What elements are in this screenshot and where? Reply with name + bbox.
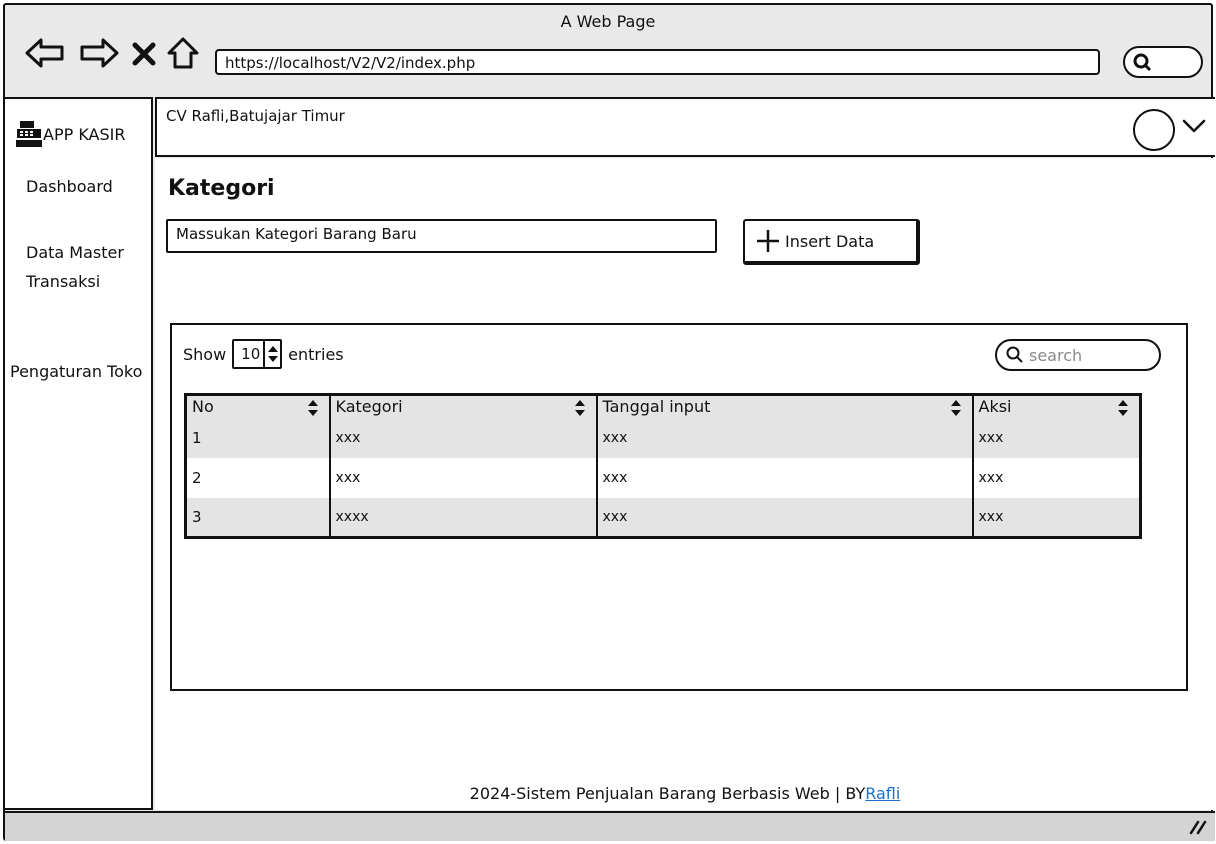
back-arrow-icon[interactable] xyxy=(23,35,67,71)
brand[interactable]: APP KASIR xyxy=(15,119,125,149)
cell-no: 3 xyxy=(185,497,331,538)
brand-label: APP KASIR xyxy=(43,124,126,144)
browser-search-button[interactable] xyxy=(1123,46,1203,78)
user-avatar-icon[interactable] xyxy=(1133,109,1175,151)
resize-grip-icon[interactable] xyxy=(1187,819,1207,835)
cell-no: 2 xyxy=(185,457,331,498)
cell-aksi[interactable]: xxx xyxy=(972,417,1141,458)
search-placeholder: search xyxy=(1029,345,1083,365)
sidebar-item-data-master[interactable]: Data Master xyxy=(26,238,124,268)
sort-icon xyxy=(574,400,585,416)
column-header-no[interactable]: No xyxy=(185,394,331,418)
table-search-input[interactable]: search xyxy=(995,339,1161,371)
search-icon xyxy=(1006,346,1023,363)
cell-aksi[interactable]: xxx xyxy=(972,497,1141,538)
status-bar xyxy=(5,811,1215,841)
show-label: Show xyxy=(183,344,227,364)
column-header-aksi[interactable]: Aksi xyxy=(972,394,1141,418)
footer: 2024-Sistem Penjualan Barang Berbasis We… xyxy=(155,784,1215,803)
column-header-tanggal-input[interactable]: Tanggal input xyxy=(596,394,974,418)
kategori-table: No Kategori Tanggal input Aksi 1 xxx xxx… xyxy=(184,393,1142,539)
sidebar-item-transaksi[interactable]: Transaksi xyxy=(26,267,100,297)
forward-arrow-icon[interactable] xyxy=(77,35,121,71)
search-icon xyxy=(1133,53,1152,72)
entries-control: Show 10 entries xyxy=(183,339,344,369)
data-table-panel: Show 10 entries search No Kategori Tangg… xyxy=(170,323,1188,691)
url-bar[interactable]: https://localhost/V2/V2/index.php xyxy=(215,49,1100,75)
cell-tanggal: xxx xyxy=(596,417,974,458)
browser-titlebar: A Web Page https://localhost/V2/V2/index… xyxy=(5,5,1211,95)
cell-tanggal: xxx xyxy=(596,457,974,498)
store-name: CV Rafli,Batujajar Timur xyxy=(166,107,345,125)
cash-register-icon xyxy=(16,121,42,147)
plus-icon xyxy=(757,230,779,252)
chevron-down-icon[interactable] xyxy=(1181,117,1207,135)
entries-select[interactable]: 10 xyxy=(232,339,283,369)
footer-text: 2024-Sistem Penjualan Barang Berbasis We… xyxy=(469,784,866,803)
sidebar-item-dashboard[interactable]: Dashboard xyxy=(26,172,113,202)
table-row: 2 xxx xxx xxx xyxy=(185,457,1141,498)
cell-tanggal: xxx xyxy=(596,497,974,538)
sort-icon xyxy=(950,400,961,416)
close-x-icon[interactable] xyxy=(131,41,157,67)
sort-updown-icon xyxy=(263,341,281,367)
window-title: A Web Page xyxy=(560,12,656,31)
cell-no: 1 xyxy=(185,417,331,458)
page-title: Kategori xyxy=(168,176,275,201)
column-header-kategori[interactable]: Kategori xyxy=(329,394,598,418)
sort-icon xyxy=(1118,400,1128,416)
sidebar: APP KASIR Dashboard Data Master Transaks… xyxy=(5,97,153,810)
table-row: 3 xxxx xxx xxx xyxy=(185,497,1141,538)
table-row: 1 xxx xxx xxx xyxy=(185,417,1141,458)
footer-author-link[interactable]: Rafli xyxy=(865,784,900,803)
entries-value: 10 xyxy=(241,345,261,363)
insert-data-label: Insert Data xyxy=(785,231,875,251)
sidebar-item-pengaturan-toko[interactable]: Pengaturan Toko xyxy=(10,357,142,387)
cell-kategori: xxxx xyxy=(329,497,598,538)
category-input[interactable]: Massukan Kategori Barang Baru xyxy=(166,219,717,253)
entries-label: entries xyxy=(288,344,344,364)
home-icon[interactable] xyxy=(165,35,201,71)
cell-kategori: xxx xyxy=(329,417,598,458)
insert-data-button[interactable]: Insert Data xyxy=(743,219,920,265)
topbar: CV Rafli,Batujajar Timur xyxy=(155,97,1215,157)
browser-window: A Web Page https://localhost/V2/V2/index… xyxy=(3,3,1215,841)
cell-aksi[interactable]: xxx xyxy=(972,457,1141,498)
cell-kategori: xxx xyxy=(329,457,598,498)
main-content: Kategori Massukan Kategori Barang Baru I… xyxy=(155,158,1215,810)
sort-icon xyxy=(307,400,318,416)
